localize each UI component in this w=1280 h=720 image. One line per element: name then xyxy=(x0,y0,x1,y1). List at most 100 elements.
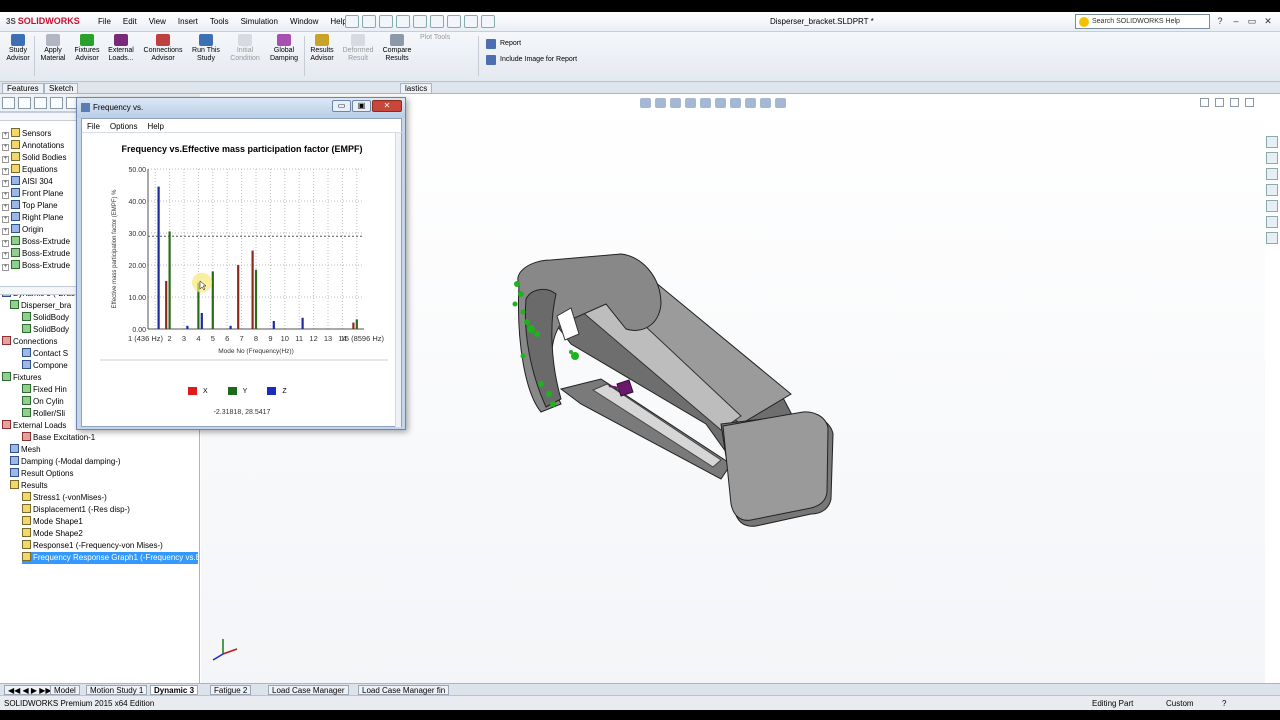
expand-toggle-icon[interactable]: + xyxy=(2,228,9,235)
part-tree-item[interactable]: + Front Plane xyxy=(2,188,74,200)
part-tree-item[interactable]: + Top Plane xyxy=(2,200,74,212)
restore-button[interactable]: ▭ xyxy=(1246,15,1258,27)
rebuild-icon[interactable] xyxy=(464,15,478,28)
external-loads-button[interactable]: External Loads... xyxy=(104,34,138,63)
section-view-icon[interactable] xyxy=(685,98,696,108)
dialog-menu-options[interactable]: Options xyxy=(105,119,143,132)
study-tree-item[interactable]: Displacement1 (-Res disp-) xyxy=(22,504,198,516)
legend-item-y[interactable]: Y xyxy=(227,387,247,395)
expand-toggle-icon[interactable]: + xyxy=(2,168,9,175)
viewport-minimize-icon[interactable] xyxy=(1230,98,1239,107)
feature-tree-tab-icon[interactable] xyxy=(2,97,15,109)
tab-motion-study[interactable]: Motion Study 1 xyxy=(86,685,148,695)
dialog-maximize-button[interactable]: ▣ xyxy=(352,100,371,112)
help-search-input[interactable]: Search SOLIDWORKS Help xyxy=(1075,14,1210,29)
apply-material-button[interactable]: Apply Material xyxy=(38,34,68,63)
expand-toggle-icon[interactable]: + xyxy=(2,132,9,139)
view-palette-icon[interactable] xyxy=(1266,184,1278,196)
viewport-close-icon[interactable] xyxy=(1245,98,1254,107)
study-tree-item[interactable]: Stress1 (-vonMises-) xyxy=(22,492,198,504)
expand-toggle-icon[interactable]: + xyxy=(2,204,9,211)
close-button[interactable]: ✕ xyxy=(1262,15,1274,27)
part-tree-item[interactable]: + Equations xyxy=(2,164,74,176)
run-study-button[interactable]: Run This Study xyxy=(190,34,222,63)
menu-window[interactable]: Window xyxy=(284,17,324,26)
part-tree-item[interactable]: + Boss-Extrude xyxy=(2,260,74,272)
dimxpert-tab-icon[interactable] xyxy=(50,97,63,109)
deformed-result-button[interactable]: Deformed Result xyxy=(340,34,376,63)
part-tree-item[interactable]: + Sensors xyxy=(2,128,74,140)
empf-bar-chart[interactable]: 0.00 10.00 20.00 30.00 40.00 50.00 1 (436 Hz) 2… xyxy=(82,159,402,399)
status-help-icon[interactable]: ? xyxy=(1222,699,1226,708)
menu-view[interactable]: View xyxy=(143,17,172,26)
study-tree-item[interactable]: Results xyxy=(10,480,198,492)
tab-dynamic-3[interactable]: Dynamic 3 xyxy=(150,685,199,695)
tab-features[interactable]: Features xyxy=(2,83,44,94)
study-tree-item[interactable]: Mode Shape1 xyxy=(22,516,198,528)
tab-fatigue-2[interactable]: Fatigue 2 xyxy=(210,685,252,695)
pin-icon[interactable] xyxy=(345,15,359,28)
legend-item-x[interactable]: X xyxy=(188,387,208,395)
report-button[interactable]: Report xyxy=(486,36,577,52)
edit-appearance-icon[interactable] xyxy=(745,98,756,108)
study-tree-item[interactable]: Damping (-Modal damping-) xyxy=(10,456,198,468)
apply-scene-icon[interactable] xyxy=(760,98,771,108)
study-advisor-button[interactable]: Study Advisor xyxy=(4,34,32,63)
new-document-icon[interactable] xyxy=(362,15,376,28)
tab-plastics[interactable]: lastics xyxy=(400,83,433,94)
part-tree-item[interactable]: + Boss-Extrude xyxy=(2,236,74,248)
study-tree-item[interactable]: Mesh xyxy=(10,444,198,456)
menu-edit[interactable]: Edit xyxy=(117,17,143,26)
part-tree-item[interactable]: + Right Plane xyxy=(2,212,74,224)
dialog-title-bar[interactable]: Frequency vs. ▭ ▣ ✕ xyxy=(77,98,405,118)
custom-properties-icon[interactable] xyxy=(1266,216,1278,228)
view-orientation-icon[interactable] xyxy=(700,98,711,108)
open-icon[interactable] xyxy=(379,15,393,28)
results-advisor-button[interactable]: Results Advisor xyxy=(306,34,338,63)
design-library-icon[interactable] xyxy=(1266,152,1278,164)
zoom-area-icon[interactable] xyxy=(655,98,666,108)
include-image-button[interactable]: Include Image for Report xyxy=(486,52,577,68)
resources-icon[interactable] xyxy=(1266,136,1278,148)
dialog-close-button[interactable]: ✕ xyxy=(372,100,402,112)
plot-tools-button[interactable]: Plot Tools xyxy=(420,34,470,42)
frequency-graph-dialog[interactable]: Frequency vs. ▭ ▣ ✕ File Options Help Fr… xyxy=(76,97,406,430)
expand-toggle-icon[interactable]: + xyxy=(2,216,9,223)
part-tree-item[interactable]: + Annotations xyxy=(2,140,74,152)
study-tree-item[interactable]: Response1 (-Frequency-von Mises-) xyxy=(22,540,198,552)
study-tree-item[interactable]: Mode Shape2 xyxy=(22,528,198,540)
tab-sketch[interactable]: Sketch xyxy=(44,83,79,94)
file-explorer-icon[interactable] xyxy=(1266,168,1278,180)
initial-condition-button[interactable]: Initial Condition xyxy=(226,34,264,63)
part-tree-item[interactable]: + Solid Bodies xyxy=(2,152,74,164)
part-tree-item[interactable]: + Origin xyxy=(2,224,74,236)
tab-model[interactable]: Model xyxy=(50,685,80,695)
nav-arrows[interactable]: ◀◀ ◀ ▶ ▶▶ xyxy=(4,685,56,695)
zoom-to-fit-icon[interactable] xyxy=(640,98,651,108)
dialog-menu-help[interactable]: Help xyxy=(142,119,168,132)
simulation-library-icon[interactable] xyxy=(1266,232,1278,244)
part-tree-item[interactable]: + AISI 304 xyxy=(2,176,74,188)
tab-load-case-manager[interactable]: Load Case Manager xyxy=(268,685,349,695)
dialog-menu-file[interactable]: File xyxy=(82,119,105,132)
menu-tools[interactable]: Tools xyxy=(204,17,235,26)
help-icon[interactable]: ? xyxy=(1214,15,1226,27)
expand-toggle-icon[interactable]: + xyxy=(2,180,9,187)
expand-toggle-icon[interactable]: + xyxy=(2,156,9,163)
dialog-minimize-button[interactable]: ▭ xyxy=(332,100,351,112)
expand-toggle-icon[interactable]: + xyxy=(2,264,9,271)
appearances-icon[interactable] xyxy=(1266,200,1278,212)
viewport-tile-icon[interactable] xyxy=(1215,98,1224,107)
save-icon[interactable] xyxy=(396,15,410,28)
configuration-tab-icon[interactable] xyxy=(34,97,47,109)
legend-item-z[interactable]: Z xyxy=(267,387,287,395)
expand-toggle-icon[interactable]: + xyxy=(2,144,9,151)
part-tree-item[interactable]: + Boss-Extrude xyxy=(2,248,74,260)
fixtures-advisor-button[interactable]: Fixtures Advisor xyxy=(72,34,102,63)
menu-file[interactable]: File xyxy=(92,17,117,26)
compare-results-button[interactable]: Compare Results xyxy=(378,34,416,63)
property-manager-tab-icon[interactable] xyxy=(18,97,31,109)
expand-toggle-icon[interactable]: + xyxy=(2,192,9,199)
previous-view-icon[interactable] xyxy=(670,98,681,108)
minimize-button[interactable]: – xyxy=(1230,15,1242,27)
